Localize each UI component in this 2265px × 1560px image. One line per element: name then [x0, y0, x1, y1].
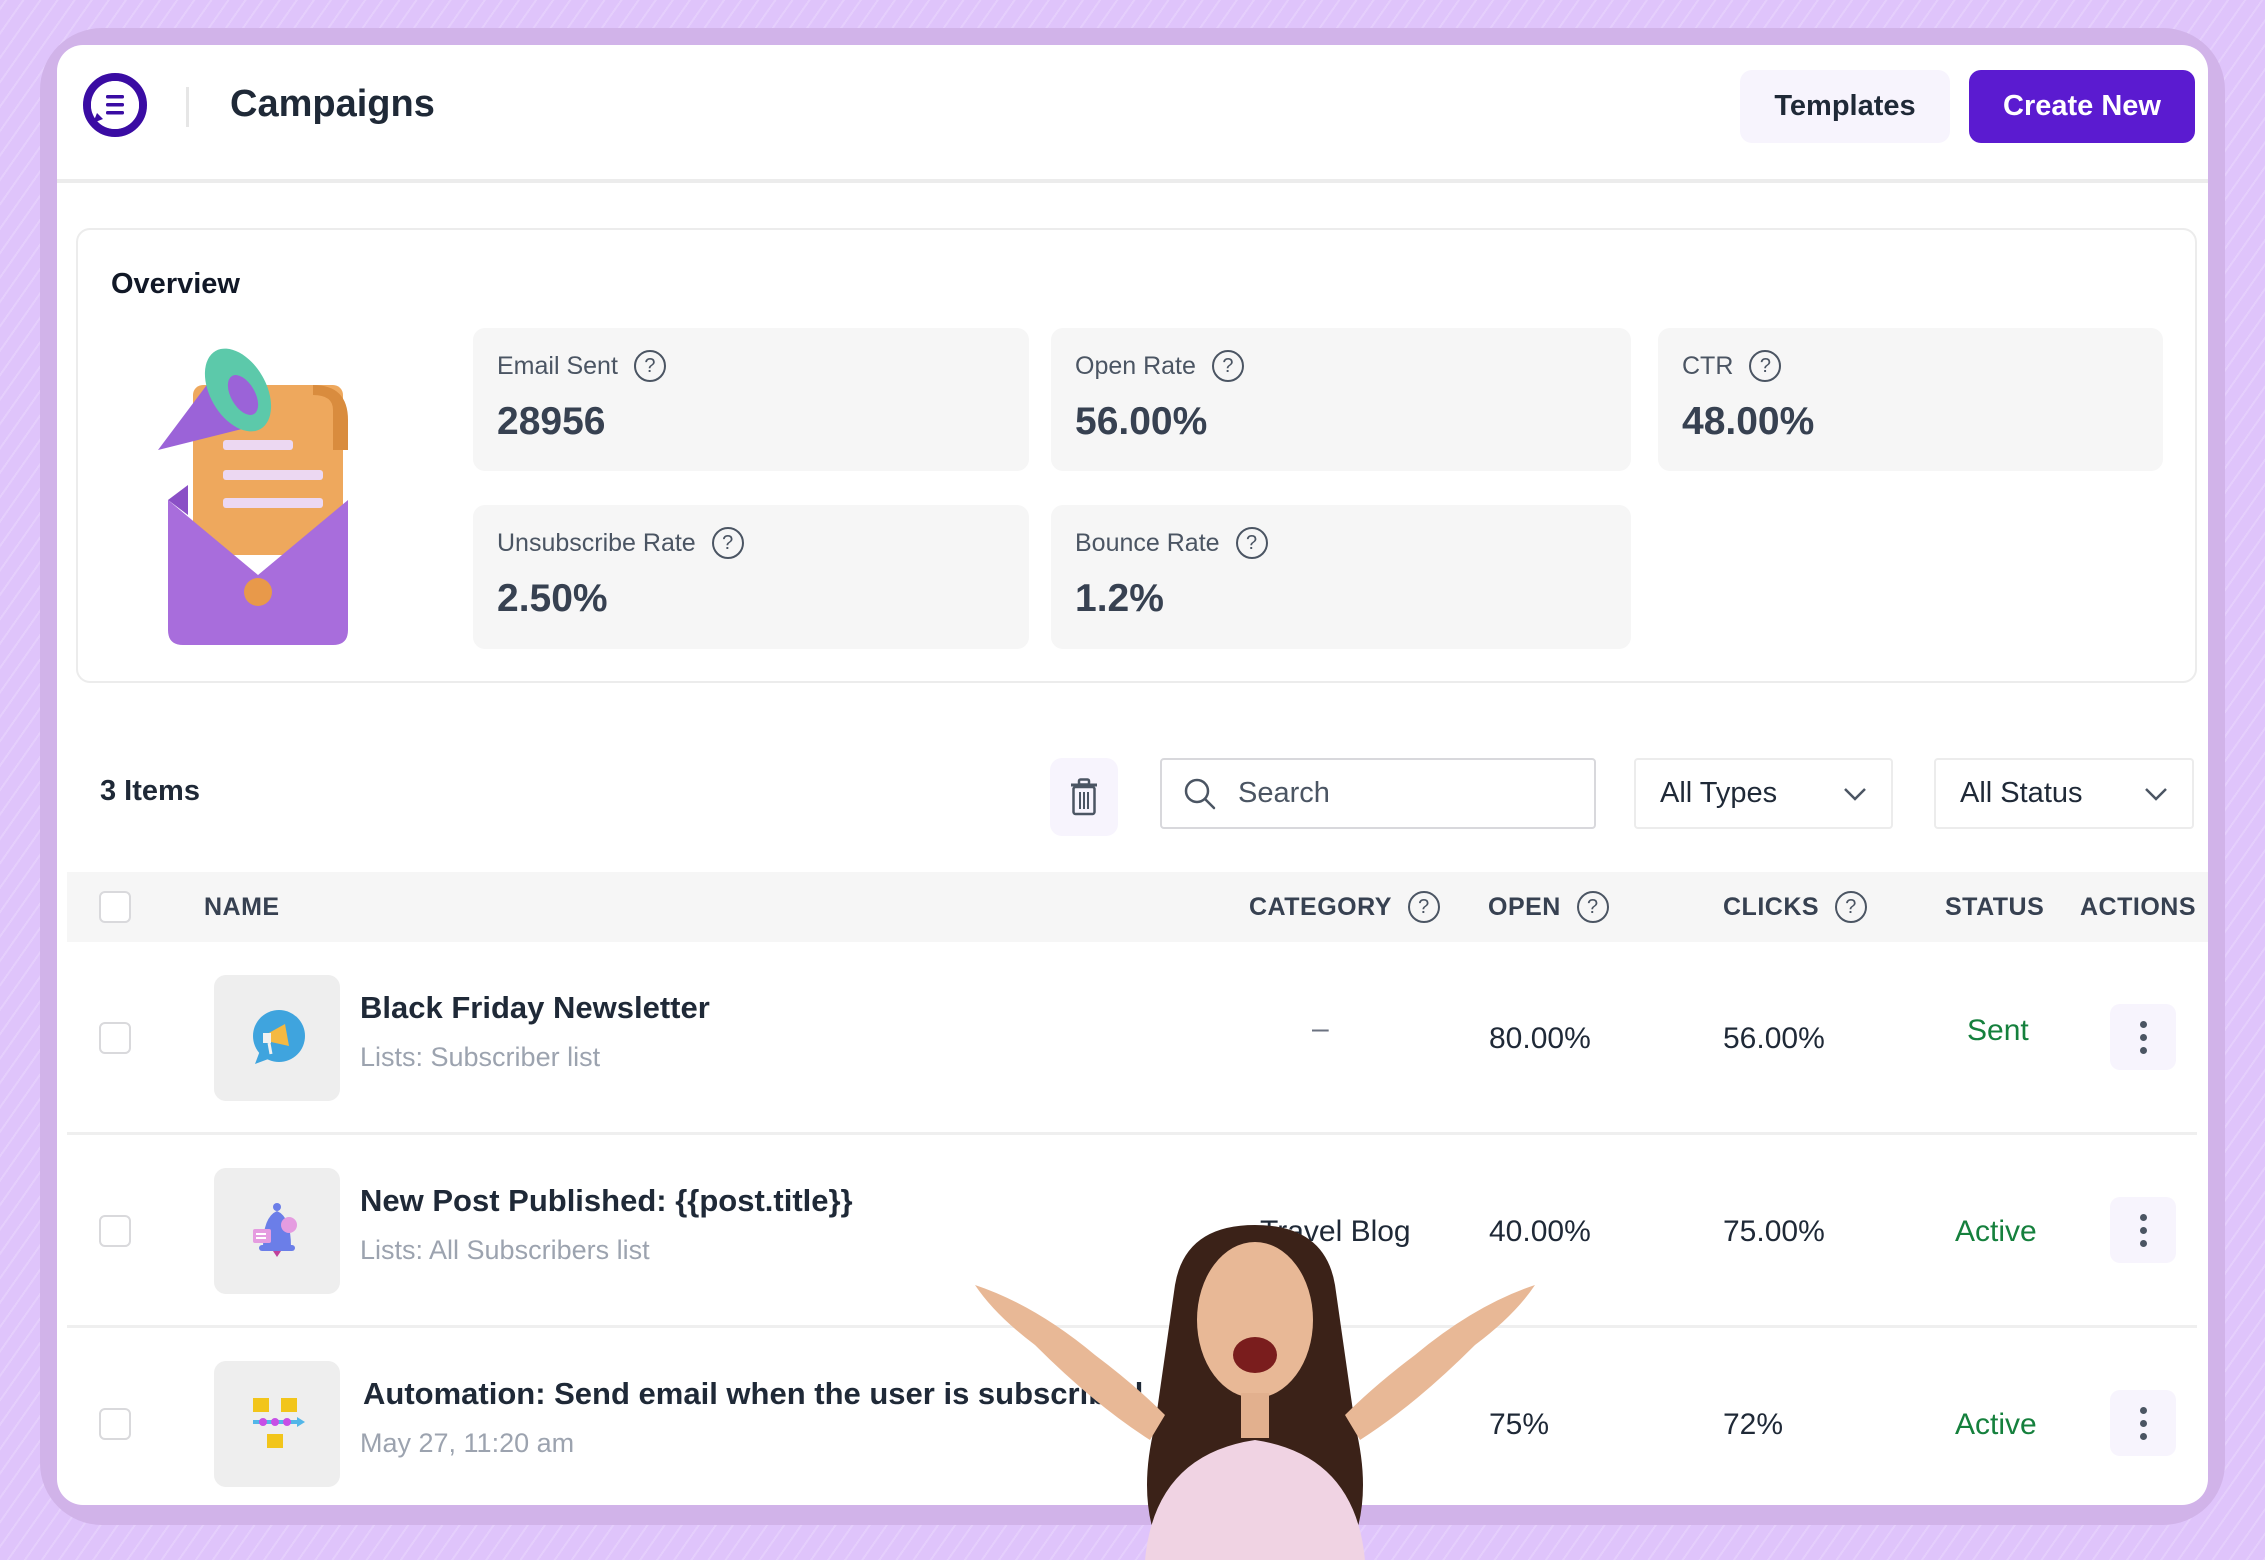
kebab-menu-icon — [2139, 1020, 2147, 1028]
table-header: NAME CATEGORY? OPEN? CLICKS? STATUS ACTI… — [67, 872, 2208, 942]
row-checkbox[interactable] — [99, 1022, 131, 1054]
megaphone-chat-icon — [253, 1010, 305, 1064]
campaign-name[interactable]: Automation: Send email when the user is … — [363, 1376, 1143, 1412]
category-cell: – — [1312, 1012, 1329, 1045]
search-input[interactable] — [1238, 777, 1568, 810]
row-actions-button[interactable] — [2110, 1004, 2176, 1070]
help-icon[interactable]: ? — [1835, 891, 1868, 923]
campaign-name[interactable]: New Post Published: {{post.title}} — [360, 1183, 853, 1219]
bulk-delete-button[interactable] — [1050, 758, 1118, 836]
stat-label: Email Sent — [497, 351, 618, 380]
campaign-thumbnail — [214, 975, 340, 1101]
select-all-checkbox[interactable] — [99, 891, 131, 923]
status-badge: Active — [1955, 1408, 2037, 1441]
bell-icon — [253, 1203, 297, 1257]
clicks-cell: 75.00% — [1723, 1215, 1825, 1248]
row-actions-button[interactable] — [2110, 1390, 2176, 1456]
help-icon[interactable]: ? — [633, 350, 666, 382]
column-clicks[interactable]: CLICKS? — [1723, 872, 1868, 942]
campaign-thumbnail — [214, 1168, 340, 1294]
chevron-down-icon — [2145, 787, 2167, 801]
category-cell: Travel Blog — [1260, 1215, 1411, 1248]
stat-card-open-rate: Open Rate? 56.00% — [1051, 328, 1631, 471]
stat-card-bounce-rate: Bounce Rate? 1.2% — [1051, 505, 1631, 649]
status-filter-value: All Status — [1960, 777, 2083, 809]
campaigns-app: Campaigns Templates Create New Overview … — [57, 45, 2208, 1505]
search-box — [1160, 758, 1596, 829]
stat-label: Unsubscribe Rate — [497, 528, 696, 557]
search-icon — [1184, 778, 1216, 809]
clicks-cell: 56.00% — [1723, 1022, 1825, 1055]
stat-value: 56.00% — [1075, 400, 1208, 443]
help-icon[interactable]: ? — [1211, 350, 1244, 382]
column-actions: ACTIONS — [2080, 892, 2196, 921]
table-row[interactable]: Black Friday Newsletter Lists: Subscribe… — [67, 942, 2197, 1135]
stat-value: 28956 — [497, 400, 606, 443]
help-icon[interactable]: ? — [1407, 891, 1440, 923]
campaign-name[interactable]: Black Friday Newsletter — [360, 990, 710, 1026]
stat-card-ctr: CTR? 48.00% — [1658, 328, 2163, 471]
overview-panel: Overview Email Sent? 28956 Open Rate? 56… — [76, 228, 2197, 683]
status-badge: Sent — [1967, 1014, 2029, 1047]
type-filter-value: All Types — [1660, 777, 1778, 809]
help-icon[interactable]: ? — [1235, 527, 1268, 559]
templates-button[interactable]: Templates — [1740, 70, 1950, 143]
row-checkbox[interactable] — [99, 1215, 131, 1247]
stat-value: 48.00% — [1682, 400, 1815, 443]
row-checkbox[interactable] — [99, 1408, 131, 1440]
chevron-down-icon — [1844, 787, 1866, 801]
logo-icon — [83, 73, 147, 137]
table-row[interactable]: New Post Published: {{post.title}} Lists… — [67, 1135, 2197, 1328]
kebab-menu-icon — [2139, 1213, 2147, 1221]
open-cell: 80.00% — [1489, 1022, 1591, 1055]
row-actions-button[interactable] — [2110, 1197, 2176, 1263]
stat-card-email-sent: Email Sent? 28956 — [473, 328, 1029, 471]
workflow-icon — [253, 1398, 305, 1448]
campaign-thumbnail — [214, 1361, 340, 1487]
stat-label: CTR — [1682, 351, 1734, 380]
header: Campaigns Templates Create New — [57, 45, 2208, 183]
status-badge: Active — [1955, 1215, 2037, 1248]
campaign-subtitle: Lists: Subscriber list — [360, 1042, 601, 1072]
help-icon[interactable]: ? — [1576, 891, 1609, 923]
clicks-cell: 72% — [1723, 1408, 1784, 1441]
campaign-subtitle: May 27, 11:20 am — [360, 1428, 575, 1458]
open-cell: 40.00% — [1489, 1215, 1591, 1248]
stat-label: Bounce Rate — [1075, 528, 1220, 557]
stat-label: Open Rate — [1075, 351, 1196, 380]
status-filter-select[interactable]: All Status — [1934, 758, 2194, 829]
overview-title: Overview — [111, 268, 240, 300]
column-status: STATUS — [1945, 892, 2045, 921]
type-filter-select[interactable]: All Types — [1634, 758, 1893, 829]
items-count: 3 Items — [100, 775, 200, 807]
column-category[interactable]: CATEGORY? — [1249, 872, 1440, 942]
envelope-megaphone-illustration — [158, 348, 348, 645]
column-open[interactable]: OPEN? — [1488, 872, 1609, 942]
campaign-subtitle: Lists: All Subscribers list — [360, 1235, 650, 1265]
help-icon[interactable]: ? — [1749, 350, 1782, 382]
stat-card-unsubscribe-rate: Unsubscribe Rate? 2.50% — [473, 505, 1029, 649]
help-icon[interactable]: ? — [711, 527, 744, 559]
stat-value: 2.50% — [497, 577, 608, 620]
table-row[interactable]: Automation: Send email when the user is … — [67, 1328, 2197, 1505]
stat-value: 1.2% — [1075, 577, 1164, 620]
column-name[interactable]: NAME — [204, 872, 280, 942]
open-cell: 75% — [1489, 1408, 1550, 1441]
page-title: Campaigns — [230, 83, 435, 125]
trash-icon — [1071, 778, 1097, 816]
header-divider — [186, 87, 189, 127]
create-new-button[interactable]: Create New — [1969, 70, 2195, 143]
kebab-menu-icon — [2139, 1406, 2147, 1414]
